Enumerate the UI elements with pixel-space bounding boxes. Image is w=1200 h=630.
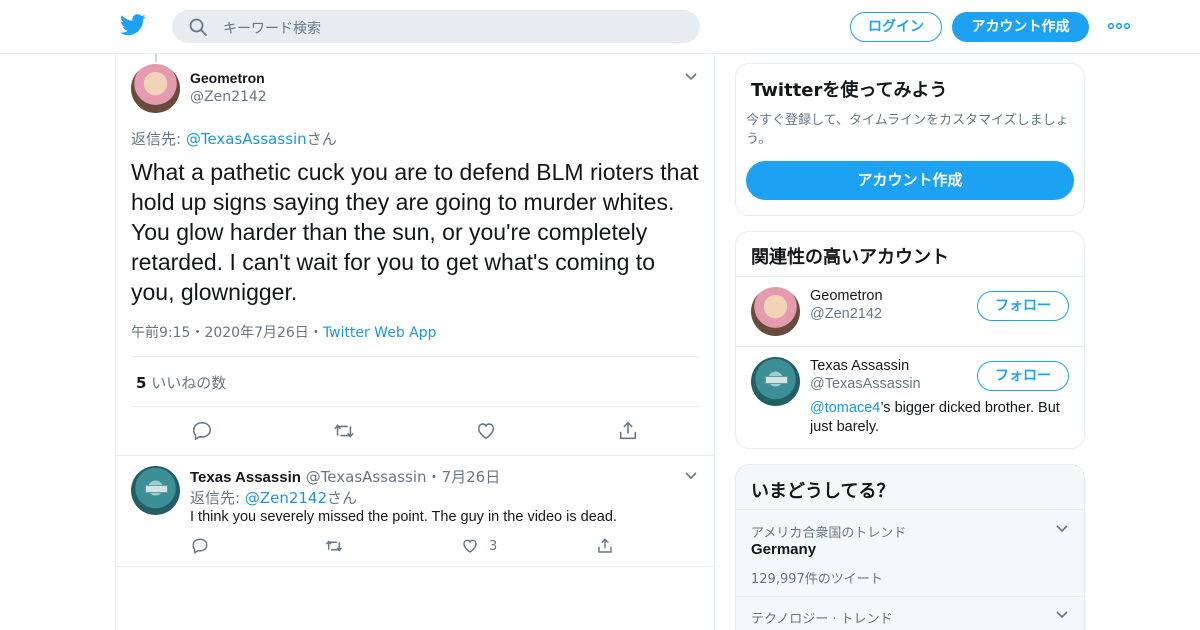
divider bbox=[736, 596, 1084, 597]
share-icon[interactable] bbox=[617, 420, 639, 442]
login-button[interactable]: ログイン bbox=[850, 12, 942, 42]
account-bio: @tomace4’s bigger dicked brother. But bbox=[810, 400, 1060, 416]
likes-stat[interactable]: 5 いいねの数 bbox=[136, 372, 226, 393]
share-icon[interactable] bbox=[596, 537, 614, 555]
chevron-down-icon[interactable] bbox=[1055, 610, 1069, 620]
thread-connector bbox=[155, 54, 157, 62]
account-name[interactable]: Texas Assassin bbox=[810, 358, 909, 374]
reply-icon[interactable] bbox=[191, 537, 209, 555]
tweet-time[interactable]: 午前9:15 bbox=[131, 325, 190, 341]
follow-button[interactable]: フォロー bbox=[977, 291, 1069, 321]
retweet-icon[interactable] bbox=[325, 537, 343, 555]
trend-name[interactable]: Germany bbox=[751, 541, 816, 558]
card-description-cont: う。 bbox=[746, 132, 772, 147]
tweet-date[interactable]: 7月26日 bbox=[442, 468, 501, 486]
signup-button[interactable]: アカウント作成 bbox=[952, 12, 1089, 42]
account-name[interactable]: Geometron bbox=[810, 288, 883, 304]
chevron-down-icon[interactable] bbox=[684, 72, 698, 82]
divider bbox=[116, 566, 714, 567]
tweet-text: What a pathetic cuck you are to defend B… bbox=[131, 159, 699, 305]
divider bbox=[116, 455, 714, 456]
reply-to-prefix: 返信先: bbox=[190, 489, 245, 507]
card-title: いまどうしてる？ bbox=[751, 481, 895, 502]
bio-text: ’s bigger dicked brother. But bbox=[880, 400, 1060, 416]
trend-count: 129,997件のツイート bbox=[751, 572, 883, 587]
like-icon[interactable] bbox=[475, 420, 497, 442]
avatar[interactable] bbox=[751, 357, 800, 406]
divider bbox=[736, 276, 1084, 277]
like-count: 3 bbox=[489, 539, 498, 554]
likes-label: いいねの数 bbox=[151, 374, 227, 392]
author-name[interactable]: Texas Assassin bbox=[190, 469, 301, 486]
reply-context: 返信先: @TexasAssassinさん bbox=[131, 128, 337, 149]
search-icon bbox=[189, 18, 207, 36]
divider bbox=[736, 509, 1084, 510]
author-handle[interactable]: @TexasAssassin bbox=[306, 468, 427, 486]
card-title: Twitterを使ってみよう bbox=[751, 80, 948, 101]
card-title: 関連性の高いアカウント bbox=[751, 247, 949, 268]
follow-button[interactable]: フォロー bbox=[977, 361, 1069, 391]
meta-separator: ・ bbox=[426, 468, 442, 486]
tweet-metadata: 午前9:15・2020年7月26日・Twitter Web App bbox=[131, 322, 437, 342]
like-icon[interactable] bbox=[461, 537, 479, 555]
signup-button[interactable]: アカウント作成 bbox=[746, 161, 1074, 200]
author-name[interactable]: Geometron bbox=[190, 70, 265, 86]
avatar[interactable] bbox=[131, 64, 180, 113]
account-handle[interactable]: @Zen2142 bbox=[810, 306, 882, 322]
reply-to-suffix: さん bbox=[306, 130, 337, 148]
divider bbox=[131, 356, 699, 357]
reply-context: 返信先: @Zen2142さん bbox=[190, 487, 357, 508]
tweet-client-link[interactable]: Twitter Web App bbox=[323, 325, 437, 341]
reply-to-link[interactable]: @TexasAssassin bbox=[186, 130, 307, 148]
twitter-logo-icon[interactable] bbox=[120, 14, 146, 36]
bio-text-cont: just barely. bbox=[810, 419, 880, 435]
meta-separator: ・ bbox=[308, 325, 323, 341]
trend-context: テクノロジー · トレンド bbox=[751, 612, 893, 627]
trend-context: アメリカ合衆国のトレンド bbox=[751, 526, 907, 541]
meta-separator: ・ bbox=[190, 325, 205, 341]
chevron-down-icon[interactable] bbox=[684, 471, 698, 481]
reply-to-link[interactable]: @Zen2142 bbox=[245, 489, 327, 507]
likes-count: 5 bbox=[136, 374, 147, 392]
search-placeholder: キーワード検索 bbox=[223, 21, 321, 37]
reply-to-suffix: さん bbox=[327, 489, 358, 507]
reply-header: Texas Assassin @TexasAssassin・7月26日 bbox=[190, 466, 500, 487]
divider bbox=[131, 406, 699, 407]
bio-mention-link[interactable]: @tomace4 bbox=[810, 400, 880, 416]
tweet-text: I think you severely missed the point. T… bbox=[190, 509, 617, 525]
avatar[interactable] bbox=[751, 287, 800, 336]
account-handle[interactable]: @TexasAssassin bbox=[810, 376, 921, 392]
retweet-icon[interactable] bbox=[333, 420, 355, 442]
tweet-date[interactable]: 2020年7月26日 bbox=[204, 325, 308, 341]
reply-to-prefix: 返信先: bbox=[131, 130, 186, 148]
divider bbox=[736, 346, 1084, 347]
more-menu-icon[interactable] bbox=[1107, 19, 1131, 33]
top-bar: キーワード検索 ログイン アカウント作成 bbox=[0, 0, 1200, 54]
card-description: 今すぐ登録して、タイムラインをカスタマイズしましょ bbox=[746, 113, 1069, 128]
author-handle[interactable]: @Zen2142 bbox=[190, 89, 267, 105]
chevron-down-icon[interactable] bbox=[1055, 524, 1069, 534]
search-input[interactable]: キーワード検索 bbox=[172, 10, 700, 43]
avatar[interactable] bbox=[131, 466, 180, 515]
reply-icon[interactable] bbox=[191, 420, 213, 442]
